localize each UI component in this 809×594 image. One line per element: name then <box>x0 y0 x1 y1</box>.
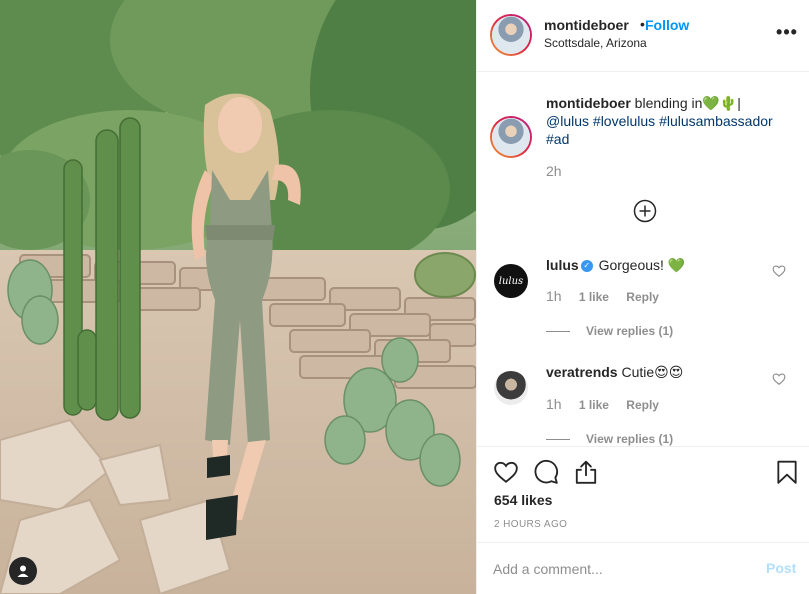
comment-time[interactable]: 1h <box>546 396 562 412</box>
caption-hashtag[interactable]: #ad <box>546 131 569 147</box>
comments-list[interactable]: montideboer blending in💚🌵| @lulus #lovel… <box>477 73 809 446</box>
comment-like-heart-icon[interactable] <box>772 264 786 278</box>
view-replies-label: View replies (1) <box>586 432 674 446</box>
caption-hashtag[interactable]: #lovelulus <box>593 113 655 129</box>
caption-username[interactable]: montideboer <box>546 95 631 111</box>
post-caption: montideboer blending in💚🌵| @lulus #lovel… <box>546 94 796 148</box>
post-photo <box>0 0 476 594</box>
comment-meta: 1h 1 like Reply <box>546 396 673 412</box>
reply-button[interactable]: Reply <box>626 398 659 412</box>
lulus-logo: lulus <box>498 275 524 287</box>
replies-divider <box>546 439 570 441</box>
comment-username[interactable]: lulus <box>546 257 579 273</box>
replies-divider <box>546 331 570 333</box>
comment-username[interactable]: veratrends <box>546 364 618 380</box>
post-side-panel: montideboer • Follow Scottsdale, Arizona… <box>476 0 809 594</box>
comment-likes[interactable]: 1 like <box>579 290 609 304</box>
follow-button[interactable]: Follow <box>645 17 689 33</box>
caption-author-avatar[interactable] <box>490 116 532 158</box>
comment-time[interactable]: 1h <box>546 288 562 304</box>
caption-hashtag[interactable]: #lulusambassador <box>659 113 773 129</box>
person-icon <box>17 565 29 577</box>
view-replies-label: View replies (1) <box>586 324 674 338</box>
post-header: montideboer • Follow Scottsdale, Arizona… <box>477 0 809 72</box>
share-icon[interactable] <box>573 459 599 485</box>
add-comment-input[interactable] <box>493 557 743 581</box>
bookmark-icon[interactable] <box>774 459 800 485</box>
action-bar: 654 likes 2 HOURS AGO <box>477 446 809 542</box>
comment-meta: 1h 1 like Reply <box>546 288 673 304</box>
more-options-icon[interactable]: ••• <box>776 22 797 42</box>
load-more-comments-icon[interactable] <box>633 199 657 223</box>
post-location[interactable]: Scottsdale, Arizona <box>544 36 647 50</box>
comment-like-heart-icon[interactable] <box>772 372 786 386</box>
heart-icon[interactable] <box>493 459 519 485</box>
caption-time[interactable]: 2h <box>546 163 562 179</box>
caption-text: blending in💚🌵| <box>634 95 741 111</box>
comment-body: Cutie😍😍 <box>621 364 684 380</box>
comment-likes[interactable]: 1 like <box>579 398 609 412</box>
comment-body: Gorgeous! 💚 <box>598 257 686 273</box>
post-comment-button[interactable]: Post <box>766 560 796 576</box>
comment-avatar[interactable] <box>494 371 528 405</box>
author-avatar[interactable] <box>490 14 532 56</box>
comment-text: veratrends Cutie😍😍 <box>546 364 683 381</box>
add-comment-bar: Post <box>477 542 809 594</box>
caption-mention[interactable]: @lulus <box>546 113 589 129</box>
comment-text: lulus ✓ Gorgeous! 💚 <box>546 257 685 274</box>
verified-badge-icon: ✓ <box>580 260 593 273</box>
view-replies-button[interactable]: View replies (1) <box>546 432 673 446</box>
author-username[interactable]: montideboer <box>544 17 629 33</box>
view-replies-button[interactable]: View replies (1) <box>546 324 673 338</box>
post-timestamp[interactable]: 2 HOURS AGO <box>494 519 567 530</box>
comment-icon[interactable] <box>533 459 559 485</box>
user-tag-button[interactable] <box>9 557 37 585</box>
desert-photo-illustration <box>0 0 476 594</box>
comment-avatar[interactable]: lulus <box>494 264 528 298</box>
reply-button[interactable]: Reply <box>626 290 659 304</box>
likes-count[interactable]: 654 likes <box>494 492 552 508</box>
